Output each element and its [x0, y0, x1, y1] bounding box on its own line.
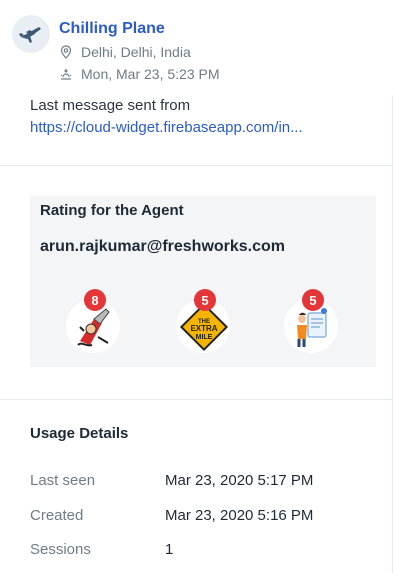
- plane-icon: [19, 27, 41, 43]
- usage-label: Last seen: [30, 472, 96, 489]
- last-message-link[interactable]: https://cloud-widget.firebaseapp.com/in.…: [30, 119, 360, 136]
- usage-value: Mar 23, 2020 5:17 PM: [165, 472, 314, 489]
- usage-label: Sessions: [30, 541, 91, 558]
- last-message-section: Last message sent from https://cloud-wid…: [0, 95, 393, 166]
- last-message-label: Last message sent from: [30, 97, 191, 114]
- usage-title: Usage Details: [30, 425, 129, 442]
- rating-section: Rating for the Agent arun.rajkumar@fresh…: [0, 166, 393, 400]
- usage-value: Mar 23, 2020 5:16 PM: [165, 507, 314, 524]
- sign-text-line-2: EXTRA: [190, 324, 217, 333]
- usage-value: 1: [165, 541, 174, 558]
- contact-header: Chilling Plane Delhi, Delhi, India Mon, …: [0, 0, 393, 95]
- avatar[interactable]: [12, 15, 50, 53]
- contact-name[interactable]: Chilling Plane: [59, 20, 165, 38]
- location-text: Delhi, Delhi, India: [81, 44, 191, 60]
- rating-card: Rating for the Agent arun.rajkumar@fresh…: [30, 196, 376, 367]
- timestamp-text: Mon, Mar 23, 5:23 PM: [81, 66, 220, 82]
- badge-count: 8: [84, 289, 106, 311]
- sign-text-line-3: MILE: [196, 334, 213, 341]
- location-row: Delhi, Delhi, India: [59, 44, 191, 60]
- rating-badge-helper[interactable]: 5: [282, 289, 342, 353]
- map-pin-icon: [60, 45, 72, 59]
- rating-badge-guitar[interactable]: 8: [64, 289, 124, 353]
- rating-title: Rating for the Agent: [40, 202, 184, 219]
- contact-details-panel: Chilling Plane Delhi, Delhi, India Mon, …: [0, 0, 393, 573]
- usage-details-section: Usage Details Last seen Mar 23, 2020 5:1…: [0, 400, 393, 573]
- agent-email: arun.rajkumar@freshworks.com: [40, 238, 286, 255]
- time-row: Mon, Mar 23, 5:23 PM: [59, 66, 220, 82]
- badge-count: 5: [194, 289, 216, 311]
- badge-count: 5: [302, 289, 324, 311]
- sunrise-icon: [60, 69, 72, 80]
- usage-label: Created: [30, 507, 84, 524]
- rating-badge-extra-mile[interactable]: THE EXTRA MILE 5: [174, 289, 234, 353]
